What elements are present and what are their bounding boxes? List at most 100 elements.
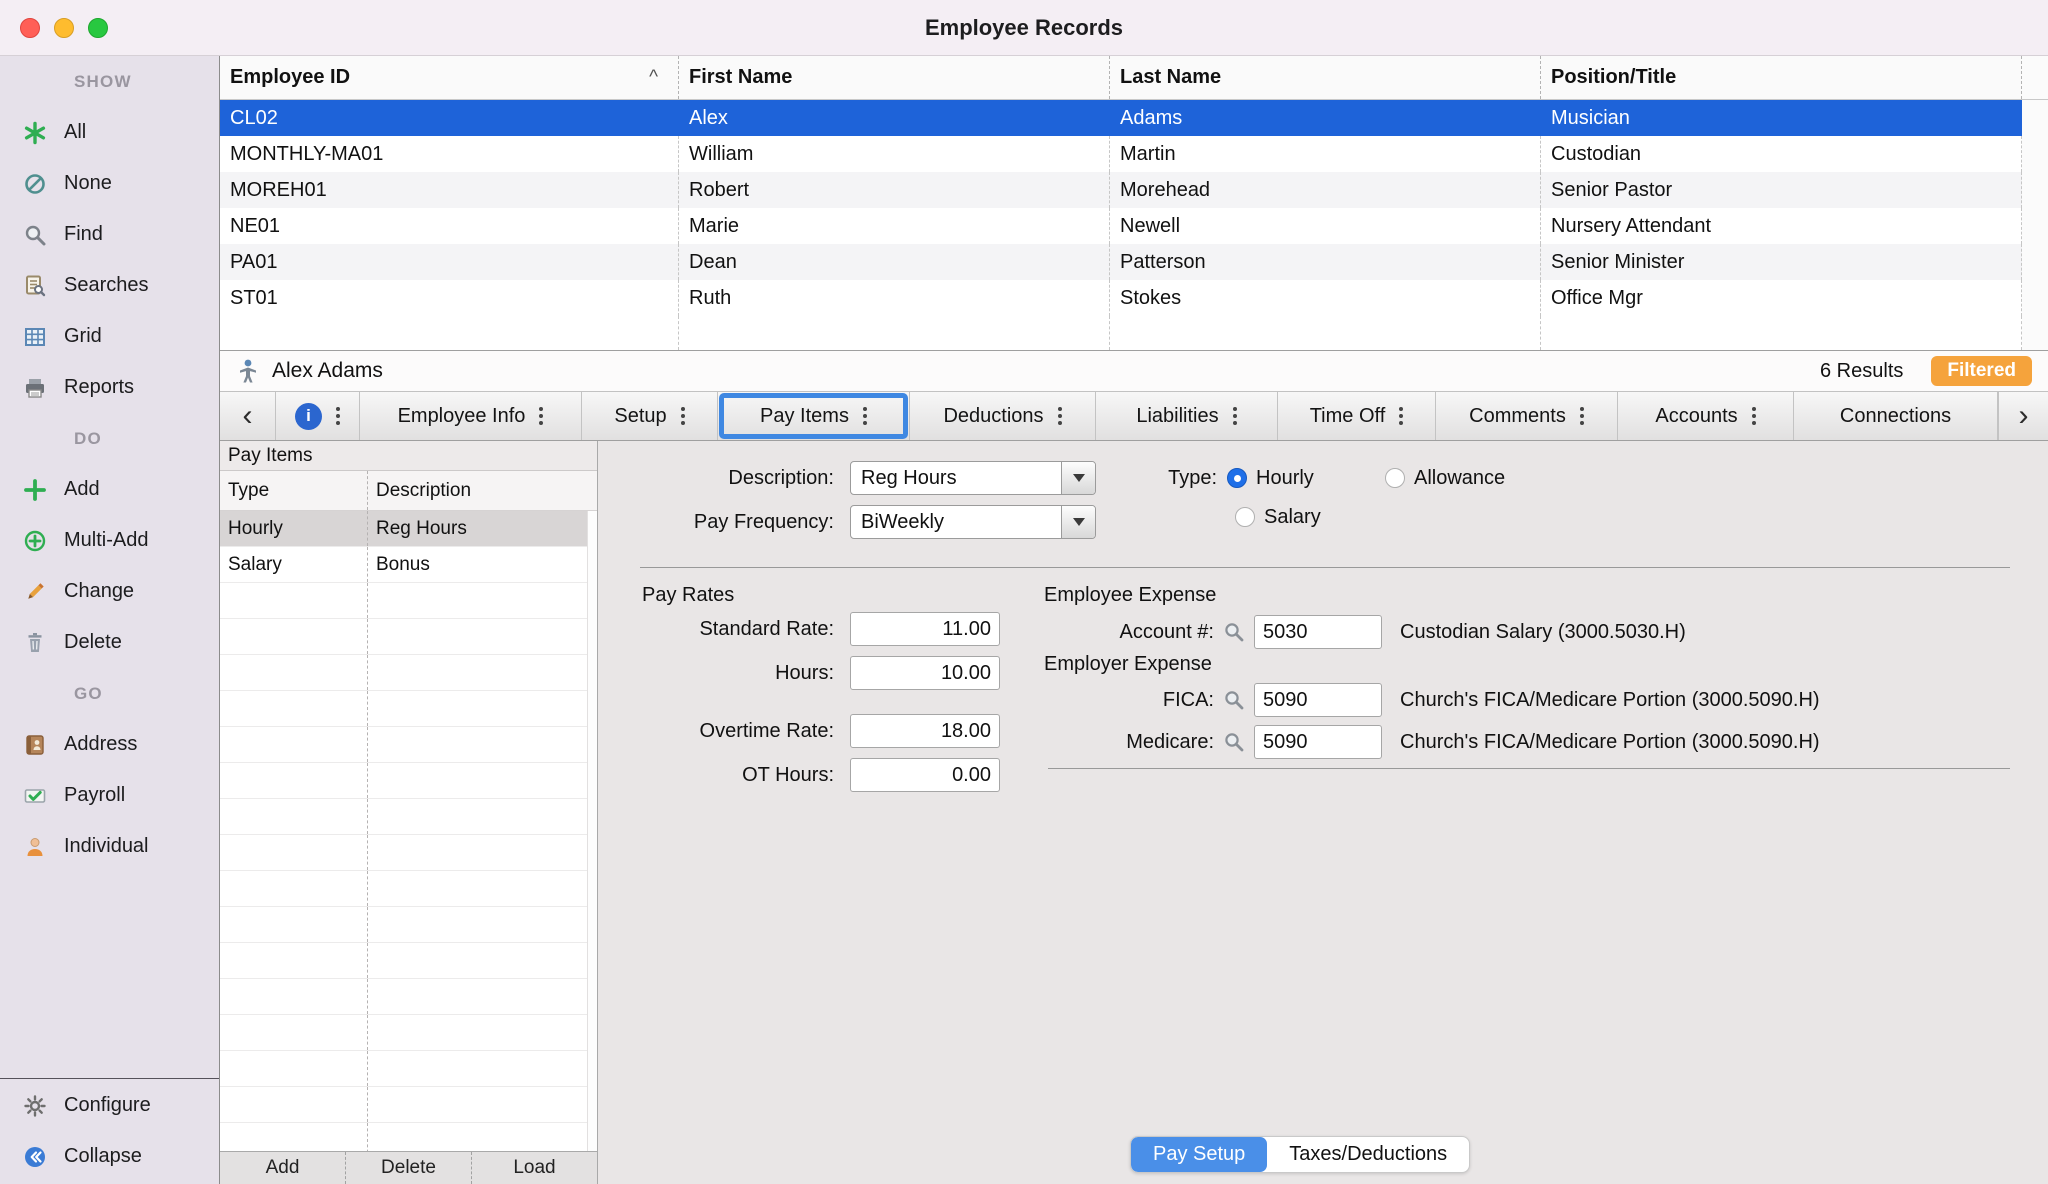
sidebar-item-change[interactable]: Change (0, 566, 219, 617)
description-row: Description: Reg Hours (598, 461, 1096, 495)
payroll-check-icon (20, 781, 50, 811)
description-dropdown-button[interactable] (1061, 462, 1095, 494)
info-icon: i (295, 403, 322, 430)
tab-time-off[interactable]: Time Off (1278, 392, 1436, 440)
delete-pay-item-button[interactable]: Delete (346, 1152, 472, 1184)
sidebar-item-individual[interactable]: Individual (0, 821, 219, 872)
kebab-menu-icon[interactable] (1580, 414, 1584, 418)
employee-expense-title: Employee Expense (1044, 584, 1216, 607)
magnifier-icon (20, 220, 50, 250)
kebab-menu-icon[interactable] (1752, 414, 1756, 418)
hours-input[interactable] (850, 656, 1000, 690)
column-header-type[interactable]: Type (220, 471, 368, 510)
sidebar-item-add[interactable]: Add (0, 464, 219, 515)
pay-item-detail: Description: Reg Hours Pay Frequency: Bi… (598, 441, 2048, 1184)
column-header-last-name[interactable]: Last Name (1110, 56, 1541, 99)
fica-lookup-icon[interactable] (1222, 688, 1246, 712)
kebab-menu-icon[interactable] (863, 414, 867, 418)
tab-liabilities[interactable]: Liabilities (1096, 392, 1278, 440)
account-description: Custodian Salary (3000.5030.H) (1400, 621, 1686, 644)
asterisk-icon (20, 118, 50, 148)
kebab-menu-icon[interactable] (1399, 414, 1403, 418)
hours-row: Hours: (598, 656, 1000, 690)
standard-rate-input[interactable] (850, 612, 1000, 646)
filtered-badge[interactable]: Filtered (1931, 356, 2032, 386)
pay-item-row[interactable]: Hourly Reg Hours (220, 511, 597, 547)
chevron-down-icon (1073, 474, 1085, 482)
pay-items-panel-title: Pay Items (220, 441, 597, 471)
table-row[interactable]: ST01 Ruth Stokes Office Mgr (220, 280, 2048, 316)
radio-hourly[interactable] (1227, 468, 1247, 488)
account-lookup-icon[interactable] (1222, 620, 1246, 644)
pay-frequency-dropdown-button[interactable] (1061, 506, 1095, 538)
table-row[interactable]: MONTHLY-MA01 William Martin Custodian (220, 136, 2048, 172)
tabs-scroll-forward-button[interactable]: › (1998, 392, 2048, 440)
column-header-description[interactable]: Description (368, 471, 597, 510)
sidebar-item-label: Delete (64, 631, 122, 654)
column-header-employee-id[interactable]: Employee ID ^ (220, 56, 679, 99)
standard-rate-label: Standard Rate: (598, 618, 842, 641)
slash-circle-icon (20, 169, 50, 199)
sidebar-item-label: Change (64, 580, 134, 603)
sidebar-item-searches[interactable]: Searches (0, 260, 219, 311)
description-combobox[interactable]: Reg Hours (850, 461, 1096, 495)
record-info-button[interactable]: i (276, 392, 360, 440)
radio-allowance[interactable] (1385, 468, 1405, 488)
tab-employee-info[interactable]: Employee Info (360, 392, 582, 440)
table-row[interactable]: PA01 Dean Patterson Senior Minister (220, 244, 2048, 280)
pay-items-columns: Type Description (220, 471, 597, 511)
employee-records-window: Employee Records SHOW All None Find Sear… (0, 0, 2048, 1184)
sidebar-item-none[interactable]: None (0, 158, 219, 209)
account-number-input[interactable] (1254, 615, 1382, 649)
fica-account-input[interactable] (1254, 683, 1382, 717)
radio-salary-label: Salary (1264, 506, 1321, 529)
kebab-menu-icon[interactable] (1233, 414, 1237, 418)
tab-accounts[interactable]: Accounts (1618, 392, 1794, 440)
add-pay-item-button[interactable]: Add (220, 1152, 346, 1184)
pay-frequency-combobox[interactable]: BiWeekly (850, 505, 1096, 539)
kebab-menu-icon[interactable] (539, 414, 543, 418)
sidebar-item-label: Grid (64, 325, 102, 348)
table-row[interactable]: MOREH01 Robert Morehead Senior Pastor (220, 172, 2048, 208)
sidebar-item-grid[interactable]: Grid (0, 311, 219, 362)
sidebar-item-address[interactable]: Address (0, 719, 219, 770)
tab-setup[interactable]: Setup (582, 392, 718, 440)
medicare-lookup-icon[interactable] (1222, 730, 1246, 754)
ot-hours-input[interactable] (850, 758, 1000, 792)
sidebar-item-collapse[interactable]: Collapse (0, 1131, 219, 1182)
overtime-rate-input[interactable] (850, 714, 1000, 748)
tab-connections[interactable]: Connections (1794, 392, 1998, 440)
sidebar-item-multi-add[interactable]: Multi-Add (0, 515, 219, 566)
sidebar-section-go: GO (0, 668, 219, 719)
overtime-rate-label: Overtime Rate: (598, 720, 842, 743)
kebab-menu-icon[interactable] (336, 414, 340, 418)
pay-items-buttons: Add Delete Load (220, 1151, 597, 1184)
sidebar-item-payroll[interactable]: Payroll (0, 770, 219, 821)
sidebar-item-delete[interactable]: Delete (0, 617, 219, 668)
sidebar-item-label: Add (64, 478, 100, 501)
load-pay-item-button[interactable]: Load (472, 1152, 597, 1184)
current-record-name: Alex Adams (272, 359, 383, 383)
table-row[interactable]: NE01 Marie Newell Nursery Attendant (220, 208, 2048, 244)
tabs-scroll-back-button[interactable]: ‹ (220, 392, 276, 440)
radio-allowance-label: Allowance (1414, 467, 1505, 490)
kebab-menu-icon[interactable] (681, 414, 685, 418)
pay-setup-tab[interactable]: Pay Setup (1131, 1137, 1267, 1172)
column-header-first-name[interactable]: First Name (679, 56, 1110, 99)
pay-item-row[interactable]: Salary Bonus (220, 547, 597, 583)
sidebar-item-reports[interactable]: Reports (0, 362, 219, 413)
sidebar-item-label: All (64, 121, 86, 144)
radio-salary[interactable] (1235, 507, 1255, 527)
tab-comments[interactable]: Comments (1436, 392, 1618, 440)
kebab-menu-icon[interactable] (1058, 414, 1062, 418)
column-header-position[interactable]: Position/Title (1541, 56, 2022, 99)
sidebar-item-all[interactable]: All (0, 107, 219, 158)
pay-items-empty-row (220, 799, 597, 835)
tab-deductions[interactable]: Deductions (910, 392, 1096, 440)
sidebar-item-find[interactable]: Find (0, 209, 219, 260)
sidebar-item-configure[interactable]: Configure (0, 1080, 219, 1131)
medicare-account-input[interactable] (1254, 725, 1382, 759)
tab-pay-items[interactable]: Pay Items (718, 392, 910, 440)
table-row[interactable]: CL02 Alex Adams Musician (220, 100, 2048, 136)
taxes-deductions-tab[interactable]: Taxes/Deductions (1267, 1137, 1469, 1172)
